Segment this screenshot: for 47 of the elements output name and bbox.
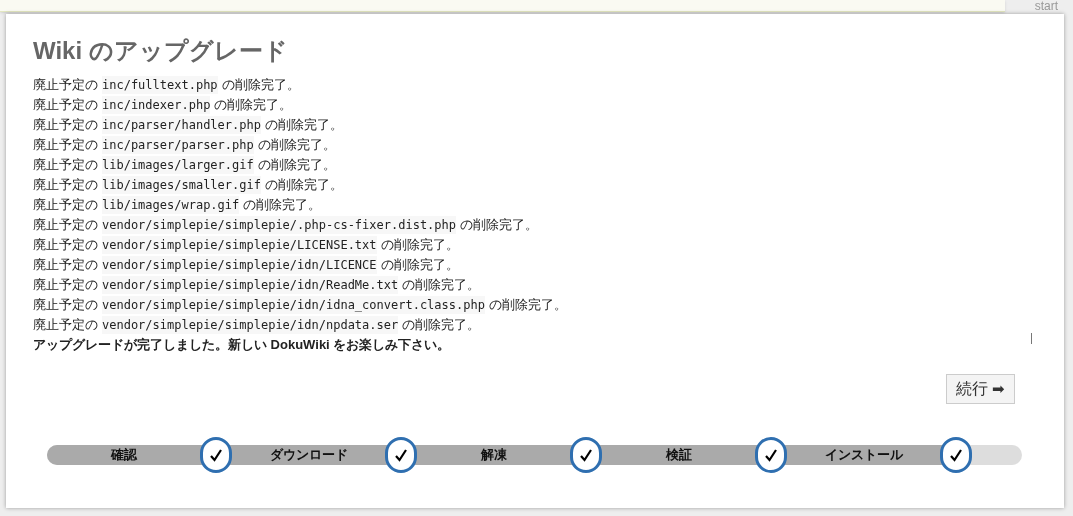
log-text: の削除完了。 <box>264 116 343 134</box>
step-label: 確認 <box>110 446 137 465</box>
file-path: vendor/simplepie/simplepie/idn/npdata.ser <box>102 316 399 334</box>
log-text: 廃止予定の <box>33 196 98 214</box>
log-text: 廃止予定の <box>33 216 98 234</box>
log-text: の削除完了。 <box>402 276 481 294</box>
log-text: 廃止予定の <box>33 316 98 334</box>
log-text: 廃止予定の <box>33 276 98 294</box>
log-text: の削除完了。 <box>221 76 300 94</box>
log-text: 廃止予定の <box>33 96 98 114</box>
log-text: の削除完了。 <box>488 296 567 314</box>
file-path: inc/parser/parser.php <box>102 136 254 154</box>
file-path: vendor/simplepie/simplepie/.php-cs-fixer.dist.php <box>102 216 456 234</box>
file-path: vendor/simplepie/simplepie/idn/idna_convert.class.php <box>102 296 485 314</box>
file-path: inc/parser/handler.php <box>102 116 261 134</box>
log-text: の削除完了。 <box>257 156 336 174</box>
step-label: ダウンロード <box>269 446 348 465</box>
step-label: 検証 <box>665 446 692 465</box>
log-text: の削除完了。 <box>243 196 322 214</box>
log-text: の削除完了。 <box>380 256 459 274</box>
file-path: inc/fulltext.php <box>102 76 218 94</box>
log-text: の削除完了。 <box>264 176 343 194</box>
log-text: 廃止予定の <box>33 116 98 134</box>
page-title: Wiki のアップグレード <box>33 36 288 66</box>
file-path: lib/images/larger.gif <box>102 156 254 174</box>
completion-message: アップグレードが完了しました。新しい DokuWiki をお楽しみ下さい。 <box>33 336 451 354</box>
log-text: の削除完了。 <box>460 216 538 234</box>
file-path: inc/indexer.php <box>102 96 211 114</box>
file-path: lib/images/smaller.gif <box>102 176 261 194</box>
log-text: 廃止予定の <box>33 136 98 154</box>
log-text: 廃止予定の <box>33 236 98 254</box>
log-text: 廃止予定の <box>33 176 98 194</box>
file-path: vendor/simplepie/simplepie/idn/LICENCE <box>102 256 377 274</box>
log-text: 廃止予定の <box>33 296 98 314</box>
file-path: vendor/simplepie/simplepie/idn/ReadMe.txt <box>102 276 399 294</box>
log-text: の削除完了。 <box>380 236 459 254</box>
log-text: の削除完了。 <box>257 136 336 154</box>
file-path: vendor/simplepie/simplepie/LICENSE.txt <box>102 236 377 254</box>
log-text: 廃止予定の <box>33 156 98 174</box>
step-label: インストール <box>824 446 903 465</box>
log-text: の削除完了。 <box>214 96 293 114</box>
step-label: 解凍 <box>480 446 507 465</box>
log-text: 廃止予定の <box>33 76 98 94</box>
continue-button[interactable]: 続行 ➡ <box>946 374 1015 404</box>
file-path: lib/images/wrap.gif <box>102 196 240 214</box>
log-text: の削除完了。 <box>402 316 481 334</box>
log-text: 廃止予定の <box>33 256 98 274</box>
